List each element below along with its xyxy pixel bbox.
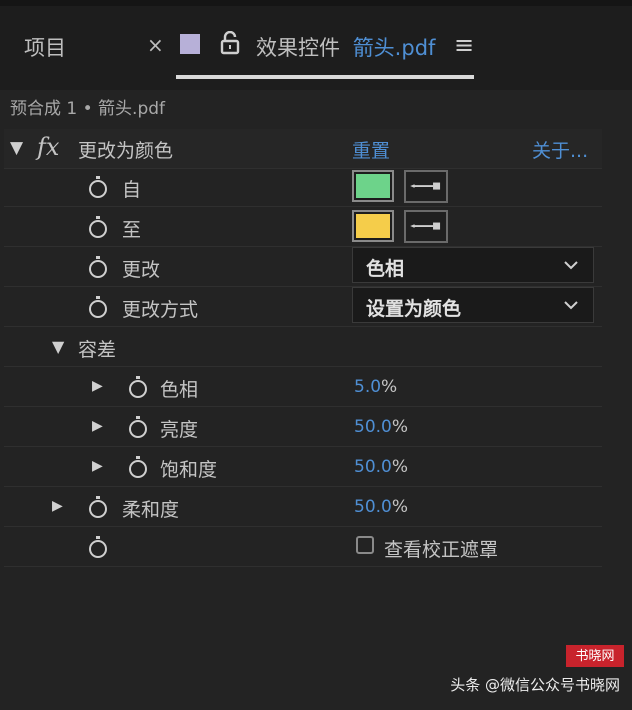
watermark-logo: 书晓网 [566,645,624,667]
tab-bar-top-edge [0,0,632,6]
tab-effect-controls-filename: 箭头.pdf [352,36,436,60]
to-color-row: 至 [4,207,602,247]
lightness-value[interactable]: 50.0% [354,417,408,437]
stopwatch-icon[interactable] [88,536,108,558]
stopwatch-icon[interactable] [88,296,108,318]
active-tab-underline [176,75,474,79]
change-label: 更改 [122,259,161,281]
eyedropper-icon[interactable] [404,170,448,203]
stopwatch-icon[interactable] [128,376,148,398]
percent-sign: % [391,457,409,477]
collapse-effect-icon[interactable]: ▼ [10,138,23,158]
change-dropdown[interactable]: 色相 [352,247,594,283]
change-by-dropdown-value: 设置为颜色 [366,298,462,320]
percent-sign: % [391,497,409,517]
stopwatch-icon[interactable] [88,256,108,278]
from-label: 自 [122,179,142,201]
view-correction-matte-label: 查看校正遮罩 [384,539,499,561]
panel-menu-icon[interactable]: ≡ [454,31,474,59]
view-correction-matte-checkbox[interactable] [356,536,374,554]
lightness-label: 亮度 [160,419,199,441]
change-row: 更改 色相 [4,247,602,287]
lightness-row: ▶ 亮度 50.0% [4,407,602,447]
stopwatch-icon[interactable] [128,416,148,438]
saturation-row: ▶ 饱和度 50.0% [4,447,602,487]
stopwatch-icon[interactable] [88,216,108,238]
reset-link[interactable]: 重置 [352,136,390,163]
from-color-swatch[interactable] [352,170,394,202]
composition-color-label-icon [180,34,200,54]
about-link[interactable]: 关于... [532,136,588,163]
watermark-text: 头条 @微信公众号书晓网 [450,676,620,694]
softness-number: 50.0 [354,497,392,517]
hue-number: 5.0 [354,377,382,397]
expand-softness-icon[interactable]: ▶ [52,498,63,514]
stopwatch-icon[interactable] [88,496,108,518]
eyedropper-icon[interactable] [404,210,448,243]
to-color-fill [356,214,390,238]
hue-value[interactable]: 5.0% [354,377,397,397]
saturation-label: 饱和度 [160,459,218,481]
stopwatch-icon[interactable] [88,176,108,198]
chevron-down-icon [564,301,578,310]
tolerance-label: 容差 [78,339,117,361]
change-dropdown-value: 色相 [366,258,405,280]
softness-label: 柔和度 [122,499,180,521]
effect-name: 更改为颜色 [78,140,174,162]
fx-toggle-icon[interactable]: fx [37,133,59,161]
stopwatch-icon[interactable] [128,456,148,478]
percent-sign: % [381,377,398,397]
expand-lightness-icon[interactable]: ▶ [92,418,103,434]
percent-sign: % [391,417,409,437]
expand-saturation-icon[interactable]: ▶ [92,458,103,474]
to-label: 至 [122,219,142,241]
expand-hue-icon[interactable]: ▶ [92,378,103,394]
saturation-number: 50.0 [354,457,392,477]
softness-row: ▶ 柔和度 50.0% [4,487,602,527]
tab-effect-controls-label: 效果控件 [256,36,340,60]
from-color-fill [356,174,390,198]
effect-header-row: ▼ fx 更改为颜色 重置 关于... [4,129,602,169]
to-color-swatch[interactable] [352,210,394,242]
chevron-down-icon [564,261,578,270]
lightness-number: 50.0 [354,417,392,437]
close-tab-icon[interactable]: × [147,33,164,57]
saturation-value[interactable]: 50.0% [354,457,408,477]
collapse-tolerance-icon[interactable]: ▼ [52,337,64,356]
unlock-icon[interactable] [220,31,240,55]
change-by-row: 更改方式 设置为颜色 [4,287,602,327]
tab-effect-controls[interactable]: 效果控件 箭头.pdf [256,32,435,62]
tab-project[interactable]: 项目 [24,32,66,62]
softness-value[interactable]: 50.0% [354,497,408,517]
layer-breadcrumb: 预合成 1 • 箭头.pdf [10,99,166,119]
view-correction-matte-row: 查看校正遮罩 [4,527,602,567]
hue-label: 色相 [160,379,199,401]
hue-row: ▶ 色相 5.0% [4,367,602,407]
change-by-label: 更改方式 [122,299,199,321]
tolerance-group-row: ▼ 容差 [4,327,602,367]
from-color-row: 自 [4,167,602,207]
change-by-dropdown[interactable]: 设置为颜色 [352,287,594,323]
